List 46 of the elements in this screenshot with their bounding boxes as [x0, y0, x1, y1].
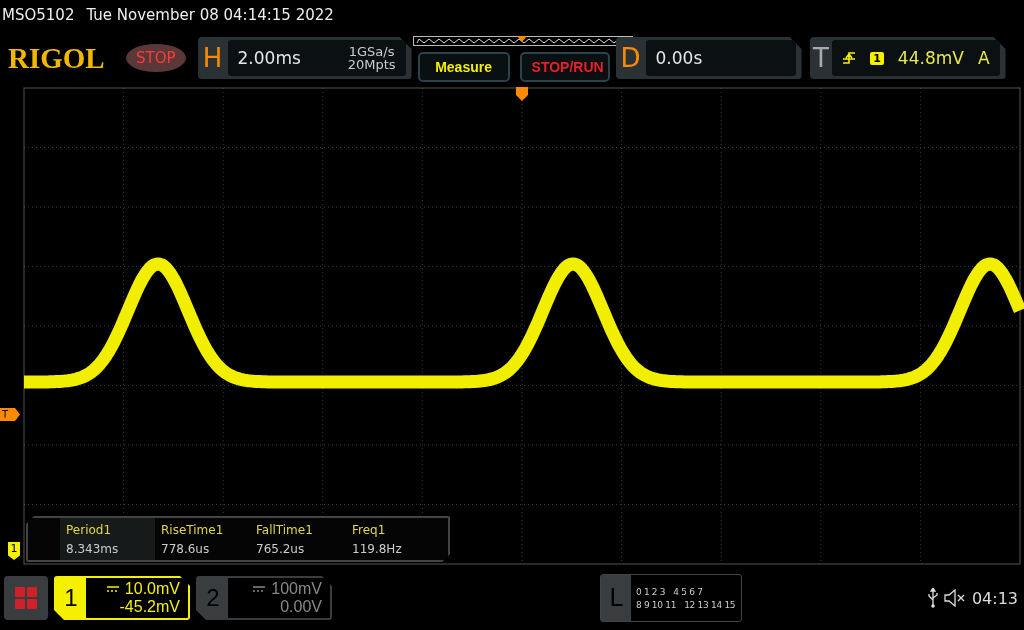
- channel-marker[interactable]: 1: [8, 542, 20, 560]
- logic-panel[interactable]: L 0 1 2 3 4 5 6 7 8 9 10 11 12 13 14 15: [599, 574, 742, 622]
- model-name: MSO5102: [2, 6, 75, 24]
- date-time: Tue November 08 04:14:15 2022: [86, 6, 334, 24]
- measurement-name: FallTime1: [256, 522, 314, 537]
- measurement-value: 765.2us: [256, 541, 306, 556]
- sample-rate: 1GSa/s: [348, 45, 395, 58]
- timebase-value: 2.00ms: [237, 48, 301, 68]
- logic-channel-numbers: 8 9 10 11: [635, 599, 677, 610]
- measurement-name: Period1: [66, 522, 113, 537]
- delay-label: D: [619, 42, 642, 75]
- delay-value: 0.00s: [655, 48, 703, 68]
- menu-button[interactable]: [4, 576, 48, 620]
- trigger-label: T: [811, 42, 830, 75]
- horizontal-label: H: [201, 42, 224, 75]
- logic-channel-numbers: 12 13 14 15: [684, 599, 736, 610]
- measure-button[interactable]: Measure: [417, 52, 510, 82]
- trigger-panel[interactable]: T 1 44.8mV A: [809, 37, 1006, 79]
- grid-icon: [14, 586, 38, 610]
- trigger-level-marker[interactable]: T: [0, 408, 20, 421]
- trigger-level: 44.8mV: [897, 48, 964, 68]
- stop-run-button[interactable]: STOP/RUN: [519, 52, 610, 82]
- channel-settings[interactable]: 1 10.0mV -45.2mV: [54, 576, 190, 620]
- horizontal-panel[interactable]: H 2.00ms 1GSa/s 20Mpts: [197, 37, 412, 79]
- clock-time: 04:13: [971, 588, 1018, 608]
- trigger-position-icon: [516, 87, 528, 101]
- rigol-logo: RIGOL: [8, 41, 106, 75]
- speaker-muted-icon: [943, 589, 966, 607]
- usb-icon: [927, 588, 938, 608]
- measurement-value: 8.343ms: [66, 541, 120, 556]
- memory-depth: 20Mpts: [347, 58, 396, 71]
- rising-edge-icon: [842, 51, 857, 65]
- measurement-value: 778.6us: [161, 541, 211, 556]
- delay-panel[interactable]: D 0.00s: [615, 37, 802, 79]
- channel-settings[interactable]: 2 100mV 0.00V: [196, 576, 332, 620]
- measurement-value: 119.8Hz: [352, 541, 403, 556]
- trigger-source: 1: [870, 51, 884, 65]
- trigger-mode: A: [977, 48, 990, 68]
- dc-coupling-icon: [253, 586, 266, 592]
- logic-label: L: [600, 575, 631, 621]
- logic-channel-numbers: 4 5 6 7: [673, 586, 703, 597]
- measurement-name: Freq1: [352, 522, 387, 537]
- logic-channel-numbers: 0 1 2 3: [635, 586, 666, 597]
- measurement-name: RiseTime1: [161, 522, 225, 537]
- run-state-badge: STOP: [126, 44, 186, 72]
- dc-coupling-icon: [106, 586, 119, 592]
